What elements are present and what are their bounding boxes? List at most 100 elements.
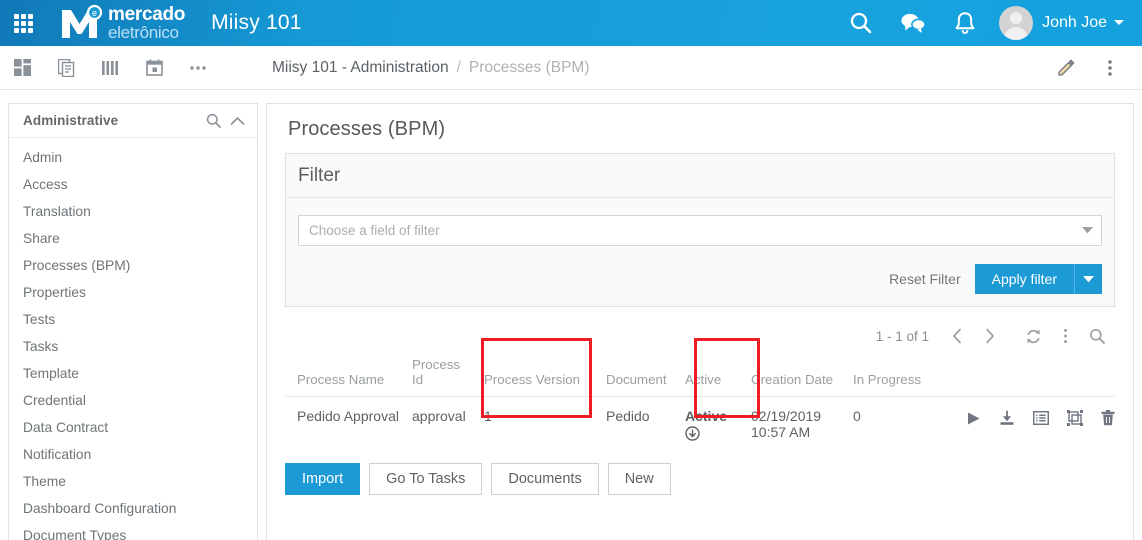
column-active[interactable]: Active [673,351,739,397]
new-button[interactable]: New [607,463,671,495]
filter-panel-body: Choose a field of filter [286,198,1114,254]
table-menu-button[interactable] [1049,321,1081,351]
sidebar-search-button[interactable] [206,113,221,128]
sidebar-item-theme[interactable]: Theme [9,468,257,495]
sidebar-item-share[interactable]: Share [9,225,257,252]
column-process-name[interactable]: Process Name [285,351,400,397]
dashboard-button[interactable] [0,46,44,90]
chat-button[interactable] [887,0,939,46]
import-button[interactable]: Import [285,463,361,495]
import-icon [1000,410,1014,425]
mercado-eletronico-logo-icon: e [58,4,104,42]
export-process-button[interactable] [999,410,1015,426]
secondary-toolbar: Miisy 101 - Administration / Processes (… [0,46,1142,90]
sidebar-item-template[interactable]: Template [9,360,257,387]
breadcrumb-parent[interactable]: Miisy 101 - Administration [272,59,449,77]
breadcrumb-separator: / [456,58,461,76]
sidebar-item-admin[interactable]: Admin [9,144,257,171]
search-icon [206,113,221,128]
sidebar-item-translation[interactable]: Translation [9,198,257,225]
dashboard-icon [13,59,31,76]
go-to-tasks-button[interactable]: Go To Tasks [369,463,483,495]
brand-line-2: eletrônico [108,23,179,42]
avatar[interactable] [999,6,1034,40]
breadcrumb: Miisy 101 - Administration / Processes (… [272,59,590,77]
cell-process-id: approval [412,408,466,424]
sidebar-item-access[interactable]: Access [9,171,257,198]
sidebar-item-notification[interactable]: Notification [9,441,257,468]
delete-process-button[interactable] [1101,410,1115,426]
chat-icon [901,13,926,33]
sidebar-header: Administrative [9,104,257,138]
columns-button[interactable] [88,46,132,90]
pages-button[interactable] [44,46,88,90]
sidebar-collapse-button[interactable] [230,116,245,126]
chevron-down-icon [1082,227,1093,234]
reset-filter-button[interactable]: Reset Filter [875,265,975,293]
column-process-id[interactable]: Process Id [400,351,472,397]
filter-panel-title: Filter [286,154,1114,198]
search-button[interactable] [835,0,887,46]
sidebar-tools [206,113,245,128]
more-icon [190,65,206,70]
table-row[interactable]: Pedido Approval approval 1 Pedido Active… [285,397,1115,456]
sidebar-item-data-contract[interactable]: Data Contract [9,414,257,441]
status-badge: Active [685,408,728,424]
pagination-count: 1 - 1 of 1 [875,328,929,344]
vertical-dots-icon [1063,328,1067,344]
pages-icon [57,58,74,77]
pagination-next-button[interactable] [973,321,1005,351]
sidebar-item-document-types[interactable]: Document Types [9,522,257,540]
sidebar-item-tasks[interactable]: Tasks [9,333,257,360]
sidebar-item-label: Share [23,231,60,246]
sidebar-item-properties[interactable]: Properties [9,279,257,306]
column-creation-date[interactable]: Creation Date [739,351,841,397]
sidebar-item-credential[interactable]: Credential [9,387,257,414]
view-form-button[interactable] [1033,411,1049,425]
app-title: Miisy 101 [211,11,302,34]
action-buttons: Import Go To Tasks Documents New [285,455,1115,495]
topbar-actions: Jonh Joe [835,0,1142,46]
cell-active: Active [673,397,739,456]
edit-button[interactable] [1044,46,1088,90]
breadcrumb-current: Processes (BPM) [468,58,590,76]
apps-grid-button[interactable] [0,0,46,46]
avatar-head [1010,12,1023,24]
apply-filter-dropdown-button[interactable] [1074,264,1102,294]
filter-field-placeholder: Choose a field of filter [309,223,440,238]
column-process-version[interactable]: Process Version [472,351,594,397]
sidebar-item-label: Notification [23,447,92,462]
apply-filter-button[interactable]: Apply filter [974,264,1074,294]
user-menu[interactable]: Jonh Joe [1042,14,1124,32]
run-process-button[interactable] [966,411,981,426]
calendar-button[interactable] [132,46,176,90]
row-actions [948,408,1115,426]
filter-panel: Filter Choose a field of filter Reset Fi… [285,153,1115,307]
sidebar-item-label: Document Types [23,528,127,540]
play-icon [968,412,980,424]
sidebar-item-label: Template [23,366,79,381]
sidebar-item-processes-bpm[interactable]: Processes (BPM) [9,252,257,279]
cell-process-name: Pedido Approval [297,408,399,424]
sidebar-item-label: Tests [23,312,56,327]
pagination-prev-button[interactable] [941,321,973,351]
sidebar-item-dashboard-configuration[interactable]: Dashboard Configuration [9,495,257,522]
column-in-progress[interactable]: In Progress [841,351,936,397]
deactivate-button[interactable] [685,426,739,441]
view-diagram-button[interactable] [1067,410,1083,426]
sidebar-item-tests[interactable]: Tests [9,306,257,333]
column-document[interactable]: Document [594,351,673,397]
table-search-button[interactable] [1081,321,1113,351]
refresh-button[interactable] [1017,321,1049,351]
edit-pencil-icon [1058,58,1075,76]
filter-field-select[interactable]: Choose a field of filter [298,215,1102,246]
brand-logo[interactable]: e mercado eletrônico [58,4,185,42]
documents-button[interactable]: Documents [491,463,599,495]
overflow-menu-button[interactable] [1088,46,1132,90]
trash-icon [1101,410,1115,426]
notifications-button[interactable] [939,0,991,46]
notifications-bell-icon [955,12,975,35]
more-options-button[interactable] [176,46,220,90]
table-body: Pedido Approval approval 1 Pedido Active… [285,397,1115,456]
overflow-menu-icon [1108,59,1112,76]
